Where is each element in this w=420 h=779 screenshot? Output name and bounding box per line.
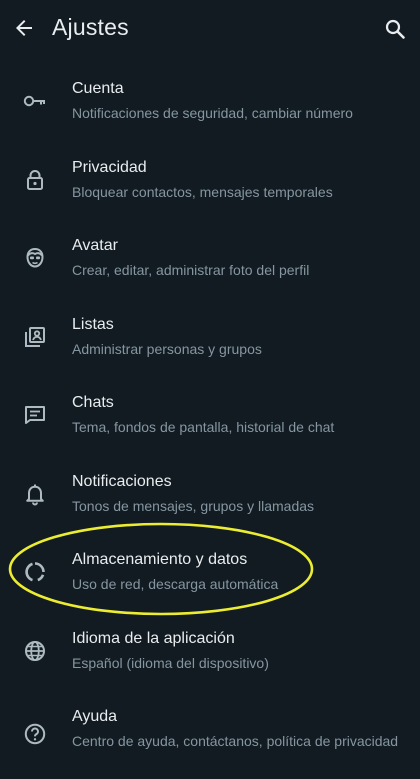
item-label: Idioma de la aplicación	[72, 629, 235, 647]
item-label: Ayuda	[72, 708, 118, 725]
settings-item-cuenta[interactable]: Cuenta Notificaciones de seguridad, camb…	[0, 60, 420, 139]
globe-icon	[19, 635, 51, 667]
app-bar: Ajustes	[0, 0, 420, 58]
item-subtitle: Tema, fondos de pantalla, historial de c…	[72, 419, 335, 435]
back-button[interactable]	[8, 12, 40, 44]
search-icon	[383, 17, 407, 41]
page-title: Ajustes	[52, 14, 129, 40]
item-subtitle: Notificaciones de seguridad, cambiar núm…	[72, 105, 353, 121]
item-label: Privacidad	[72, 158, 147, 176]
item-subtitle: Bloquear contactos, mensajes temporales	[72, 183, 333, 200]
settings-item-idioma[interactable]: Idioma de la aplicación Español (idioma …	[0, 610, 420, 689]
bell-icon	[19, 478, 51, 510]
help-icon	[19, 718, 51, 750]
item-label: Chats	[72, 394, 114, 411]
item-subtitle: Centro de ayuda, contáctanos, política d…	[72, 733, 399, 749]
item-subtitle: Uso de red, descarga automática	[72, 576, 279, 592]
item-subtitle: Administrar personas y grupos	[72, 340, 262, 357]
settings-item-almacenamiento[interactable]: Almacenamiento y datos Uso de red, desca…	[0, 531, 420, 610]
lock-icon	[19, 164, 51, 196]
settings-list: Cuenta Notificaciones de seguridad, camb…	[0, 60, 420, 767]
search-button[interactable]	[378, 12, 412, 46]
arrow-left-icon	[12, 16, 36, 40]
item-subtitle: Crear, editar, administrar foto del perf…	[72, 262, 310, 278]
settings-item-chats[interactable]: Chats Tema, fondos de pantalla, historia…	[0, 374, 420, 453]
settings-item-listas[interactable]: Listas Administrar personas y grupos	[0, 296, 420, 375]
settings-item-privacidad[interactable]: Privacidad Bloquear contactos, mensajes …	[0, 139, 420, 218]
item-label: Almacenamiento y datos	[72, 551, 248, 568]
contact-list-icon	[19, 321, 51, 353]
chat-icon	[19, 399, 51, 431]
storage-icon	[19, 556, 51, 588]
item-label: Avatar	[72, 237, 118, 254]
item-subtitle: Tonos de mensajes, grupos y llamadas	[72, 497, 315, 514]
item-label: Listas	[72, 315, 114, 333]
settings-item-ayuda[interactable]: Ayuda Centro de ayuda, contáctanos, polí…	[0, 688, 420, 767]
avatar-icon	[19, 242, 51, 274]
item-subtitle: Español (idioma del dispositivo)	[72, 654, 269, 671]
item-label: Notificaciones	[72, 472, 172, 490]
key-icon	[19, 85, 51, 117]
item-label: Cuenta	[72, 80, 124, 97]
settings-item-avatar[interactable]: Avatar Crear, editar, administrar foto d…	[0, 217, 420, 296]
settings-item-notificaciones[interactable]: Notificaciones Tonos de mensajes, grupos…	[0, 453, 420, 532]
